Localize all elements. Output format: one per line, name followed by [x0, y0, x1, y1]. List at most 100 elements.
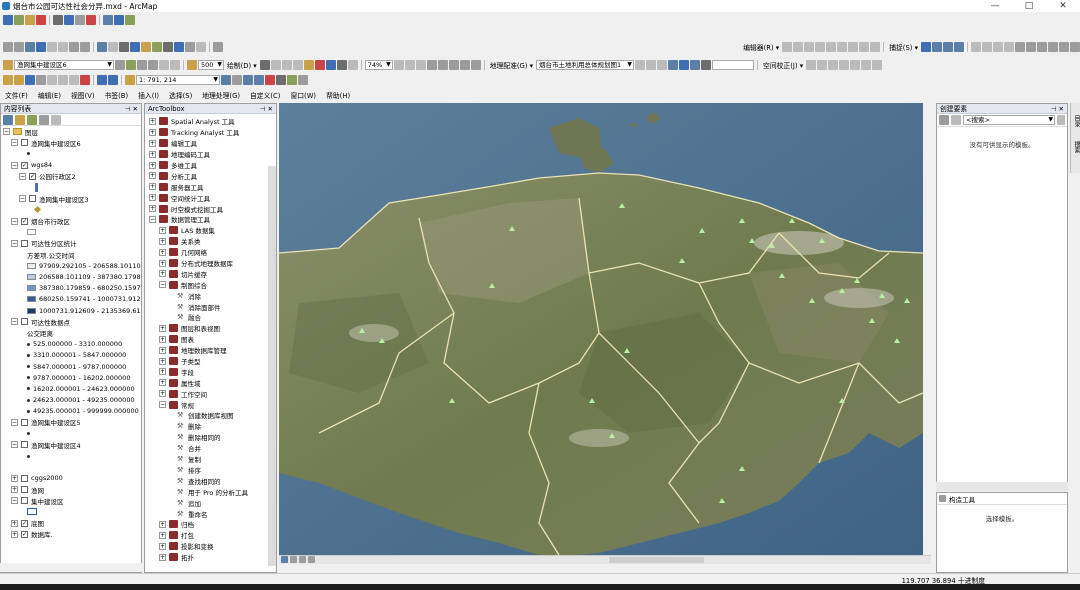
label-tool-icon[interactable] — [159, 59, 169, 70]
expand-icon[interactable]: + — [149, 183, 156, 191]
toc-item[interactable] — [3, 450, 141, 461]
pan-icon[interactable] — [25, 41, 35, 52]
toc-item[interactable]: 24623.000001 - 49235.000000 — [3, 395, 141, 406]
toolbox-item[interactable]: − 制图综合 — [147, 279, 276, 290]
layer-visibility-checkbox[interactable] — [29, 195, 36, 203]
scale-georef-icon[interactable] — [657, 59, 668, 70]
collapse-icon[interactable]: − — [11, 161, 18, 169]
pin-close-icon[interactable]: ⊣ ✕ — [260, 104, 273, 114]
control-points-icon[interactable] — [668, 59, 679, 70]
pause-icon[interactable] — [64, 14, 74, 25]
expand-icon[interactable]: + — [149, 161, 156, 169]
help-icon[interactable] — [114, 14, 124, 25]
cut-icon[interactable] — [47, 74, 57, 85]
list-by-source-icon[interactable] — [15, 114, 25, 125]
toolbox-item[interactable]: ⚒ 重命名 — [147, 508, 276, 519]
line-color-icon[interactable] — [325, 59, 336, 70]
layer-visibility-checkbox[interactable] — [21, 486, 28, 494]
map-horizontal-scroll-thumb[interactable] — [609, 557, 704, 563]
georef-layer-select[interactable]: 烟台市土地利用总体规划图1 ▼ — [536, 59, 635, 70]
collapse-icon[interactable]: − — [11, 418, 18, 426]
layer-visibility-checkbox[interactable] — [21, 239, 28, 247]
reshape-icon[interactable] — [815, 41, 826, 52]
toolbox-item[interactable]: + 投影和变换 — [147, 541, 276, 552]
menu-item[interactable]: 文件(F) — [5, 90, 28, 100]
toolbox-item[interactable]: ⚒ 排序 — [147, 465, 276, 476]
select-features-icon[interactable] — [97, 41, 107, 52]
straight-segment-icon[interactable] — [793, 41, 804, 52]
toolbox-item[interactable]: + 分析工具 — [147, 170, 276, 181]
menu-item[interactable]: 窗口(W) — [290, 90, 316, 100]
toolbox-item[interactable]: + LAS 数据集 — [147, 225, 276, 236]
layer-tool-icon[interactable] — [115, 59, 125, 70]
arctoolbox-icon[interactable] — [265, 74, 275, 85]
layer-visibility-checkbox[interactable] — [21, 139, 28, 147]
rotate-icon[interactable] — [848, 41, 859, 52]
collapse-icon[interactable]: − — [159, 281, 166, 289]
toolbox-item[interactable]: + 几何网络 — [147, 247, 276, 258]
table-icon[interactable] — [103, 14, 113, 25]
layout-back-icon[interactable] — [448, 59, 459, 70]
sketch-properties-icon[interactable] — [870, 41, 881, 52]
create-features-scrollbar[interactable] — [936, 482, 1068, 491]
toolbox-item[interactable]: ⚒ 复制 — [147, 454, 276, 465]
modelbuilder-icon[interactable] — [287, 74, 297, 85]
cut-polygon-icon[interactable] — [826, 41, 837, 52]
drawing-menu[interactable]: 绘制(D) ▾ — [227, 60, 257, 70]
vertex-icon[interactable] — [804, 41, 815, 52]
expand-icon[interactable]: + — [149, 150, 156, 158]
time-slider-icon[interactable] — [185, 41, 195, 52]
delete-icon[interactable] — [80, 74, 90, 85]
zoom-out-icon[interactable] — [14, 41, 24, 52]
link-table-icon[interactable] — [679, 59, 690, 70]
pin-close-icon[interactable]: ⊣ ✕ — [125, 104, 138, 114]
split-icon[interactable] — [837, 41, 848, 52]
edge-snap-icon[interactable] — [954, 41, 964, 52]
toolbox-item[interactable]: − 常规 — [147, 399, 276, 410]
pin-close-icon[interactable]: ⊣ ✕ — [1051, 104, 1064, 114]
fill-color-icon[interactable] — [314, 59, 325, 70]
text-icon[interactable] — [303, 59, 314, 70]
expand-icon[interactable]: + — [149, 139, 156, 147]
toc-item[interactable] — [3, 506, 141, 517]
menu-item[interactable]: 书签(B) — [105, 90, 129, 100]
editor-menu[interactable]: 编辑器(R) ▾ — [743, 42, 779, 52]
adjust-tool-icon[interactable] — [850, 59, 861, 70]
toolbox-item[interactable]: + Spatial Analyst 工具 — [147, 116, 276, 127]
layer-visibility-checkbox[interactable] — [21, 318, 28, 326]
raster-tool-icon[interactable] — [137, 59, 147, 70]
toc-item[interactable] — [3, 227, 141, 238]
toolbox-item[interactable]: + 图层和表视图 — [147, 323, 276, 334]
python-icon[interactable] — [276, 74, 286, 85]
toolbox-item[interactable]: + 编辑工具 — [147, 138, 276, 149]
menu-item[interactable]: 选择(S) — [169, 90, 192, 100]
expand-icon[interactable]: + — [149, 117, 156, 125]
tab-catalog[interactable]: 目录 — [1072, 115, 1080, 127]
list-by-selection-icon[interactable] — [39, 114, 49, 125]
expand-icon[interactable]: + — [159, 357, 166, 365]
vertex-snap-icon[interactable] — [943, 41, 953, 52]
collapse-icon[interactable]: − — [3, 128, 10, 136]
layer-visibility-checkbox[interactable]: ✓ — [29, 172, 36, 180]
toc-item[interactable]: + 渔网 — [3, 484, 141, 495]
toc-icon[interactable] — [232, 74, 242, 85]
forward-icon[interactable] — [80, 41, 90, 52]
toolbox-item[interactable]: + 字段 — [147, 366, 276, 377]
adjust-tool-icon[interactable] — [817, 59, 828, 70]
toc-item[interactable] — [3, 462, 141, 473]
expand-icon[interactable]: + — [11, 474, 18, 482]
minimize-button[interactable]: — — [978, 0, 1012, 12]
whats-this-icon[interactable] — [298, 74, 308, 85]
stop-icon[interactable] — [75, 14, 85, 25]
menu-item[interactable]: 自定义(C) — [250, 90, 280, 100]
toolbox-item[interactable]: + 多维工具 — [147, 160, 276, 171]
layer-visibility-checkbox[interactable] — [21, 441, 28, 449]
model-icon[interactable] — [125, 14, 135, 25]
layer-visibility-checkbox[interactable]: ✓ — [21, 217, 28, 225]
undo-icon[interactable] — [97, 74, 107, 85]
toc-item[interactable]: − 可达性数据点 — [3, 316, 141, 327]
font-size-select[interactable]: 500 ▼ — [198, 59, 224, 70]
font-icon[interactable] — [187, 59, 197, 70]
toolbox-item[interactable]: ⚒ 用于 Pro 的分析工具 — [147, 486, 276, 497]
map-scale-field[interactable]: 1: 791, 214 ▼ — [136, 74, 220, 85]
